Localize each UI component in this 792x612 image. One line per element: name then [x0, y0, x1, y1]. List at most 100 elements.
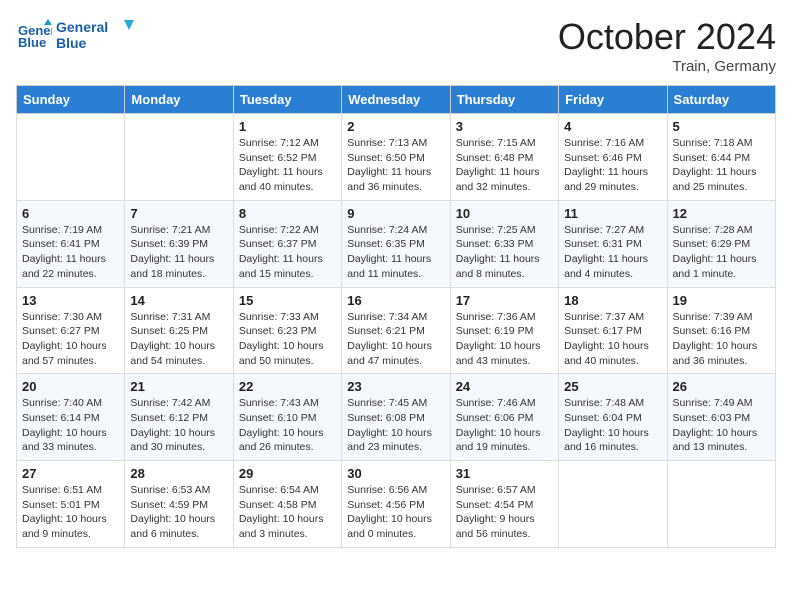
cell-0-2: 1 Sunrise: 7:12 AMSunset: 6:52 PMDayligh… [233, 114, 341, 201]
cell-1-4: 10 Sunrise: 7:25 AMSunset: 6:33 PMDaylig… [450, 200, 558, 287]
day-info: Sunrise: 7:43 AMSunset: 6:10 PMDaylight:… [239, 396, 336, 455]
cell-4-0: 27 Sunrise: 6:51 AMSunset: 5:01 PMDaylig… [17, 461, 125, 548]
day-info: Sunrise: 6:54 AMSunset: 4:58 PMDaylight:… [239, 483, 336, 542]
header-friday: Friday [559, 86, 667, 114]
cell-0-6: 5 Sunrise: 7:18 AMSunset: 6:44 PMDayligh… [667, 114, 775, 201]
header-saturday: Saturday [667, 86, 775, 114]
cell-2-4: 17 Sunrise: 7:36 AMSunset: 6:19 PMDaylig… [450, 287, 558, 374]
logo: General Blue General Blue [16, 16, 136, 54]
header-thursday: Thursday [450, 86, 558, 114]
day-number: 25 [564, 379, 661, 394]
svg-text:General: General [56, 19, 108, 35]
cell-2-6: 19 Sunrise: 7:39 AMSunset: 6:16 PMDaylig… [667, 287, 775, 374]
day-number: 16 [347, 293, 444, 308]
day-number: 12 [673, 206, 770, 221]
cell-0-4: 3 Sunrise: 7:15 AMSunset: 6:48 PMDayligh… [450, 114, 558, 201]
cell-3-3: 23 Sunrise: 7:45 AMSunset: 6:08 PMDaylig… [342, 374, 450, 461]
cell-1-3: 9 Sunrise: 7:24 AMSunset: 6:35 PMDayligh… [342, 200, 450, 287]
day-info: Sunrise: 7:18 AMSunset: 6:44 PMDaylight:… [673, 136, 770, 195]
cell-1-1: 7 Sunrise: 7:21 AMSunset: 6:39 PMDayligh… [125, 200, 233, 287]
day-number: 31 [456, 466, 553, 481]
calendar-table: Sunday Monday Tuesday Wednesday Thursday… [16, 85, 776, 548]
day-info: Sunrise: 7:21 AMSunset: 6:39 PMDaylight:… [130, 223, 227, 282]
day-info: Sunrise: 7:37 AMSunset: 6:17 PMDaylight:… [564, 310, 661, 369]
header-wednesday: Wednesday [342, 86, 450, 114]
day-number: 28 [130, 466, 227, 481]
day-number: 14 [130, 293, 227, 308]
day-number: 23 [347, 379, 444, 394]
day-info: Sunrise: 7:24 AMSunset: 6:35 PMDaylight:… [347, 223, 444, 282]
cell-4-6 [667, 461, 775, 548]
day-info: Sunrise: 7:15 AMSunset: 6:48 PMDaylight:… [456, 136, 553, 195]
week-row-3: 13 Sunrise: 7:30 AMSunset: 6:27 PMDaylig… [17, 287, 776, 374]
week-row-1: 1 Sunrise: 7:12 AMSunset: 6:52 PMDayligh… [17, 114, 776, 201]
cell-3-6: 26 Sunrise: 7:49 AMSunset: 6:03 PMDaylig… [667, 374, 775, 461]
day-number: 24 [456, 379, 553, 394]
day-info: Sunrise: 7:30 AMSunset: 6:27 PMDaylight:… [22, 310, 119, 369]
cell-4-3: 30 Sunrise: 6:56 AMSunset: 4:56 PMDaylig… [342, 461, 450, 548]
calendar-header-row: Sunday Monday Tuesday Wednesday Thursday… [17, 86, 776, 114]
cell-0-1 [125, 114, 233, 201]
day-number: 11 [564, 206, 661, 221]
day-info: Sunrise: 7:36 AMSunset: 6:19 PMDaylight:… [456, 310, 553, 369]
cell-0-0 [17, 114, 125, 201]
cell-0-5: 4 Sunrise: 7:16 AMSunset: 6:46 PMDayligh… [559, 114, 667, 201]
week-row-5: 27 Sunrise: 6:51 AMSunset: 5:01 PMDaylig… [17, 461, 776, 548]
cell-1-2: 8 Sunrise: 7:22 AMSunset: 6:37 PMDayligh… [233, 200, 341, 287]
day-info: Sunrise: 7:22 AMSunset: 6:37 PMDaylight:… [239, 223, 336, 282]
header-sunday: Sunday [17, 86, 125, 114]
day-info: Sunrise: 6:51 AMSunset: 5:01 PMDaylight:… [22, 483, 119, 542]
day-info: Sunrise: 7:42 AMSunset: 6:12 PMDaylight:… [130, 396, 227, 455]
cell-3-5: 25 Sunrise: 7:48 AMSunset: 6:04 PMDaylig… [559, 374, 667, 461]
day-info: Sunrise: 7:49 AMSunset: 6:03 PMDaylight:… [673, 396, 770, 455]
day-info: Sunrise: 7:39 AMSunset: 6:16 PMDaylight:… [673, 310, 770, 369]
header-tuesday: Tuesday [233, 86, 341, 114]
day-number: 17 [456, 293, 553, 308]
day-info: Sunrise: 7:25 AMSunset: 6:33 PMDaylight:… [456, 223, 553, 282]
cell-1-6: 12 Sunrise: 7:28 AMSunset: 6:29 PMDaylig… [667, 200, 775, 287]
day-info: Sunrise: 7:40 AMSunset: 6:14 PMDaylight:… [22, 396, 119, 455]
cell-0-3: 2 Sunrise: 7:13 AMSunset: 6:50 PMDayligh… [342, 114, 450, 201]
day-info: Sunrise: 6:57 AMSunset: 4:54 PMDaylight:… [456, 483, 553, 542]
day-number: 2 [347, 119, 444, 134]
cell-3-2: 22 Sunrise: 7:43 AMSunset: 6:10 PMDaylig… [233, 374, 341, 461]
week-row-2: 6 Sunrise: 7:19 AMSunset: 6:41 PMDayligh… [17, 200, 776, 287]
logo-text: General Blue [56, 16, 136, 54]
day-number: 13 [22, 293, 119, 308]
day-number: 10 [456, 206, 553, 221]
day-info: Sunrise: 7:19 AMSunset: 6:41 PMDaylight:… [22, 223, 119, 282]
day-info: Sunrise: 7:27 AMSunset: 6:31 PMDaylight:… [564, 223, 661, 282]
day-info: Sunrise: 7:46 AMSunset: 6:06 PMDaylight:… [456, 396, 553, 455]
day-number: 27 [22, 466, 119, 481]
day-info: Sunrise: 7:16 AMSunset: 6:46 PMDaylight:… [564, 136, 661, 195]
day-info: Sunrise: 6:56 AMSunset: 4:56 PMDaylight:… [347, 483, 444, 542]
day-info: Sunrise: 7:48 AMSunset: 6:04 PMDaylight:… [564, 396, 661, 455]
header-monday: Monday [125, 86, 233, 114]
cell-3-0: 20 Sunrise: 7:40 AMSunset: 6:14 PMDaylig… [17, 374, 125, 461]
week-row-4: 20 Sunrise: 7:40 AMSunset: 6:14 PMDaylig… [17, 374, 776, 461]
svg-text:Blue: Blue [18, 35, 46, 50]
cell-4-1: 28 Sunrise: 6:53 AMSunset: 4:59 PMDaylig… [125, 461, 233, 548]
day-info: Sunrise: 6:53 AMSunset: 4:59 PMDaylight:… [130, 483, 227, 542]
day-number: 18 [564, 293, 661, 308]
day-info: Sunrise: 7:45 AMSunset: 6:08 PMDaylight:… [347, 396, 444, 455]
day-number: 9 [347, 206, 444, 221]
day-number: 1 [239, 119, 336, 134]
cell-3-1: 21 Sunrise: 7:42 AMSunset: 6:12 PMDaylig… [125, 374, 233, 461]
day-number: 4 [564, 119, 661, 134]
cell-4-4: 31 Sunrise: 6:57 AMSunset: 4:54 PMDaylig… [450, 461, 558, 548]
day-number: 21 [130, 379, 227, 394]
cell-2-1: 14 Sunrise: 7:31 AMSunset: 6:25 PMDaylig… [125, 287, 233, 374]
day-number: 3 [456, 119, 553, 134]
cell-1-0: 6 Sunrise: 7:19 AMSunset: 6:41 PMDayligh… [17, 200, 125, 287]
cell-1-5: 11 Sunrise: 7:27 AMSunset: 6:31 PMDaylig… [559, 200, 667, 287]
logo-icon: General Blue [16, 17, 52, 53]
day-info: Sunrise: 7:33 AMSunset: 6:23 PMDaylight:… [239, 310, 336, 369]
day-info: Sunrise: 7:13 AMSunset: 6:50 PMDaylight:… [347, 136, 444, 195]
cell-2-5: 18 Sunrise: 7:37 AMSunset: 6:17 PMDaylig… [559, 287, 667, 374]
day-number: 29 [239, 466, 336, 481]
day-number: 30 [347, 466, 444, 481]
day-number: 26 [673, 379, 770, 394]
cell-2-2: 15 Sunrise: 7:33 AMSunset: 6:23 PMDaylig… [233, 287, 341, 374]
cell-3-4: 24 Sunrise: 7:46 AMSunset: 6:06 PMDaylig… [450, 374, 558, 461]
